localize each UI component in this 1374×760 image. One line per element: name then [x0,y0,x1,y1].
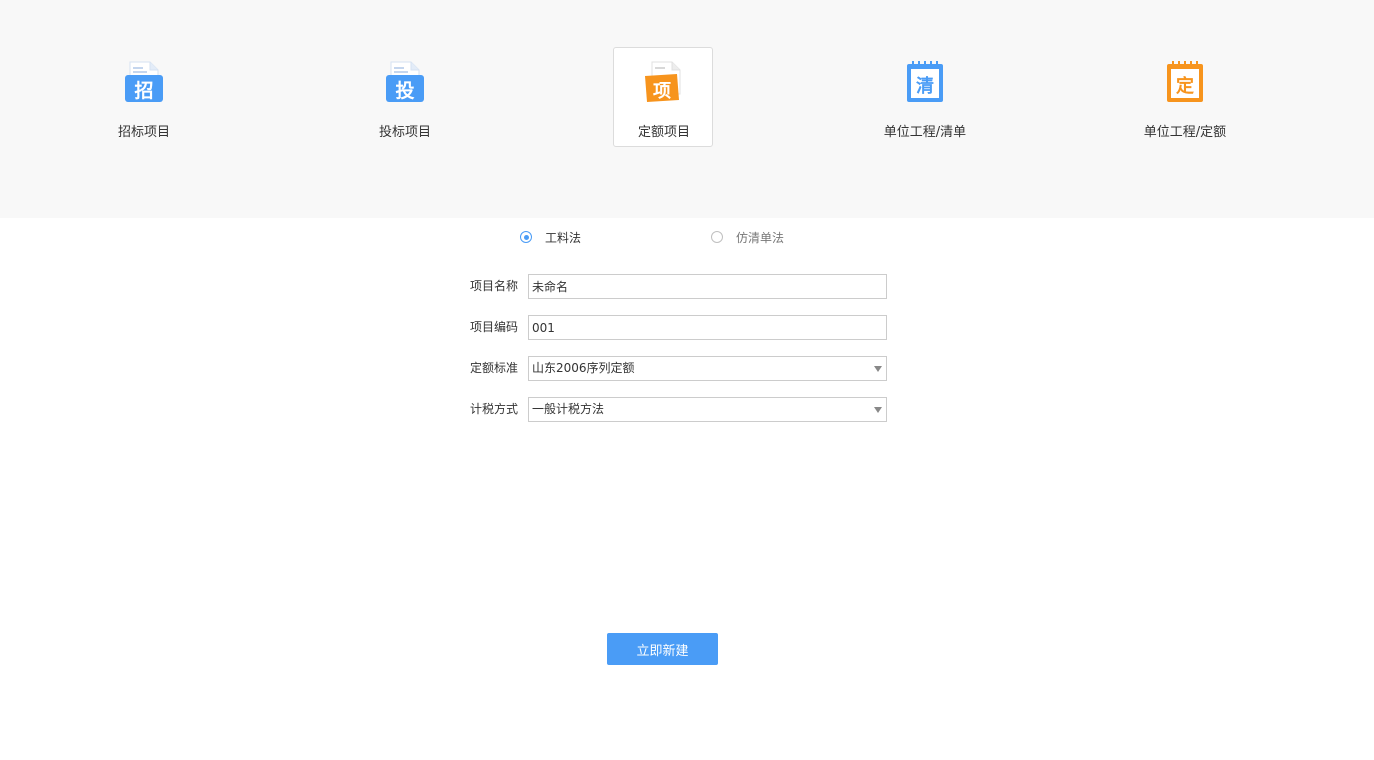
project-type-bid-submission[interactable]: 投 投标项目 [354,47,454,147]
project-type-unit-quota[interactable]: 定 单位工程/定额 [1134,47,1234,147]
quota-standard-value: 山东2006序列定额 [532,361,635,375]
svg-text:清: 清 [916,76,934,97]
project-type-label: 单位工程/定额 [1143,125,1227,140]
project-name-input[interactable] [528,274,887,299]
bid-invitation-icon: 招 [125,61,163,102]
project-type-bid-invitation[interactable]: 招 招标项目 [93,47,193,147]
tax-method-select[interactable]: 一般计税方法 [528,397,887,422]
quota-standard-select[interactable]: 山东2006序列定额 [528,356,887,381]
project-type-band: 招 招标项目 投 投标项目 项 定额项目 清 单位工程/清单 定 单位工程/定额 [0,0,1374,218]
svg-text:招: 招 [134,79,153,102]
method-radio-labor-material[interactable]: 工料法 [520,229,581,245]
bid-submission-icon: 投 [386,61,424,102]
project-type-label: 投标项目 [378,125,431,140]
project-type-label: 招标项目 [117,125,170,140]
svg-text:项: 项 [653,81,671,102]
radio-checked-indicator[interactable] [520,231,532,243]
project-code-label: 项目编码 [469,320,518,334]
method-radio-label: 工料法 [545,230,582,245]
unit-quota-notebook-icon: 定 [1167,61,1203,102]
project-type-label: 单位工程/清单 [883,125,967,140]
dropdown-arrow-icon[interactable] [874,407,882,413]
project-name-label: 项目名称 [469,279,518,293]
unit-bill-notebook-icon: 清 [907,61,943,102]
quota-project-icon: 项 [645,61,681,102]
svg-text:定: 定 [1176,75,1194,97]
project-type-quota[interactable]: 项 定额项目 [613,47,713,147]
tax-method-value: 一般计税方法 [532,402,605,416]
project-type-label: 定额项目 [637,125,690,140]
project-code-input[interactable] [528,315,887,340]
radio-unchecked-indicator[interactable] [711,231,723,243]
svg-text:投: 投 [395,79,414,102]
tax-method-label: 计税方式 [469,402,518,416]
method-radio-quasi-bill[interactable]: 仿清单法 [711,229,784,245]
create-now-button[interactable]: 立即新建 [607,633,718,665]
quota-standard-label: 定额标准 [469,361,518,375]
project-type-unit-bill[interactable]: 清 单位工程/清单 [874,47,974,147]
method-radio-label: 仿清单法 [736,230,785,245]
dropdown-arrow-icon[interactable] [874,366,882,372]
